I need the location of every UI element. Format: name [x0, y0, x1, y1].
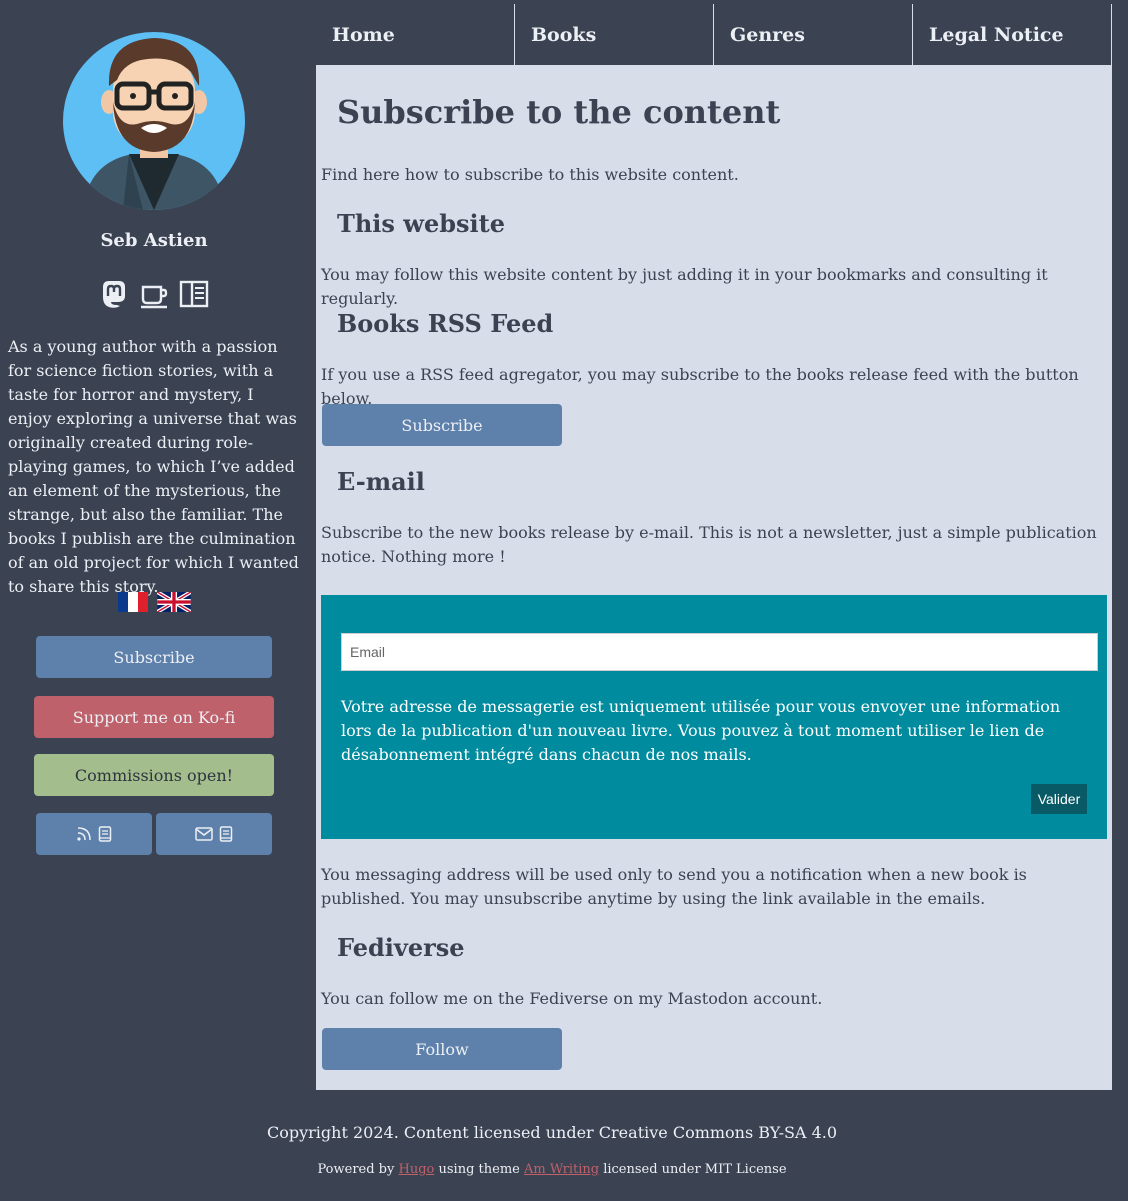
book-icon	[219, 826, 233, 842]
rss-feed-button[interactable]	[36, 813, 152, 855]
fediverse-follow-button[interactable]: Follow	[322, 1028, 562, 1070]
main-content: Subscribe to the content Find here how t…	[316, 65, 1112, 1090]
rss-subscribe-button[interactable]: Subscribe	[322, 404, 562, 446]
sidebar: Seb Astien As a young author with a pass…	[0, 0, 308, 1090]
email-after-text: You messaging address will be used only …	[321, 865, 1027, 908]
author-avatar	[63, 32, 245, 210]
mastodon-icon[interactable]	[98, 278, 130, 310]
mail-feed-button[interactable]	[156, 813, 272, 855]
nav-home[interactable]: Home	[316, 4, 515, 65]
website-text: You may follow this website content by j…	[321, 265, 1048, 308]
email-text: Subscribe to the new books release by e-…	[321, 523, 1097, 566]
hugo-link[interactable]: Hugo	[399, 1162, 435, 1177]
uk-flag-icon[interactable]	[157, 592, 191, 612]
email-subscribe-form: Votre adresse de messagerie est uniqueme…	[321, 595, 1107, 839]
fr-flag-icon[interactable]	[117, 592, 149, 612]
book-reader-icon[interactable]	[178, 278, 210, 310]
author-bio: As a young author with a passion for sci…	[8, 337, 299, 596]
footer-copyright: Copyright 2024. Content licensed under C…	[266, 1123, 838, 1142]
rss-heading: Books RSS Feed	[337, 309, 554, 338]
theme-link[interactable]: Am Writing	[524, 1162, 599, 1177]
social-links	[0, 278, 308, 310]
email-heading: E-mail	[337, 467, 425, 496]
main-nav: Home Books Genres Legal Notice	[316, 4, 1112, 65]
commissions-button[interactable]: Commissions open!	[34, 754, 274, 796]
intro-text: Find here how to subscribe to this websi…	[321, 165, 739, 184]
rss-icon	[77, 827, 91, 841]
sidebar-subscribe-button[interactable]: Subscribe	[36, 636, 272, 678]
nav-books[interactable]: Books	[515, 4, 714, 65]
footer-powered-by: Powered by Hugo using theme Am Writing l…	[0, 1162, 1104, 1177]
mail-icon	[195, 827, 213, 841]
page-title: Subscribe to the content	[337, 93, 781, 131]
email-submit-button[interactable]: Valider	[1031, 784, 1087, 814]
license-label: licensed under MIT License	[603, 1162, 787, 1177]
language-switcher	[0, 592, 308, 612]
nav-genres[interactable]: Genres	[714, 4, 913, 65]
using-theme-label: using theme	[438, 1162, 520, 1177]
fediverse-text: You can follow me on the Fediverse on my…	[321, 989, 823, 1008]
author-name: Seb Astien	[100, 230, 208, 251]
email-input[interactable]	[341, 633, 1098, 671]
email-form-notice: Votre adresse de messagerie est uniqueme…	[341, 697, 1061, 764]
book-icon	[98, 826, 112, 842]
kofi-support-button[interactable]: Support me on Ko-fi	[34, 696, 274, 738]
fediverse-heading: Fediverse	[337, 933, 465, 962]
nav-legal-notice[interactable]: Legal Notice	[913, 4, 1112, 65]
powered-by-label: Powered by	[317, 1162, 395, 1177]
website-heading: This website	[337, 209, 505, 238]
kofi-cup-icon[interactable]	[138, 278, 170, 310]
